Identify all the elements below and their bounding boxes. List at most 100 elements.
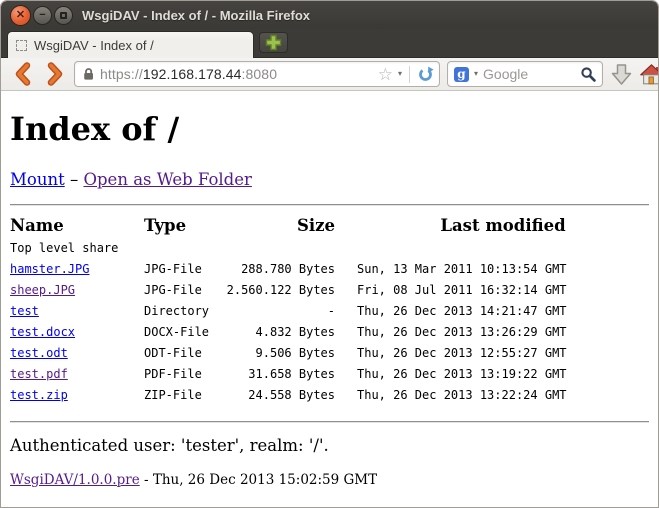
file-name-cell: test.docx bbox=[10, 322, 144, 343]
divider-top bbox=[10, 204, 649, 206]
directory-table: Name Type Size Last modified Top level s… bbox=[10, 214, 649, 406]
file-modified-cell: Thu, 26 Dec 2013 12:55:27 GMT bbox=[335, 343, 649, 364]
download-arrow-icon bbox=[611, 63, 632, 86]
file-type-cell: JPG-File bbox=[144, 259, 220, 280]
share-label: Top level share bbox=[10, 238, 649, 259]
directory-table-body: hamster.JPG JPG-File288.780 BytesSun, 13 … bbox=[10, 259, 649, 406]
file-type-cell: Directory bbox=[144, 301, 220, 322]
file-type-cell: JPG-File bbox=[144, 280, 220, 301]
file-size-cell: 31.658 Bytes bbox=[220, 364, 335, 385]
file-link[interactable]: test.zip bbox=[10, 388, 68, 402]
file-modified-cell: Thu, 26 Dec 2013 13:22:24 GMT bbox=[335, 385, 649, 406]
window-title: WsgiDAV - Index of / - Mozilla Firefox bbox=[82, 8, 310, 23]
divider-bottom bbox=[10, 421, 649, 423]
file-size-cell: 4.832 Bytes bbox=[220, 322, 335, 343]
share-label-row: Top level share bbox=[10, 238, 649, 259]
url-scheme: https:// bbox=[100, 66, 143, 82]
auth-status-text: Authenticated user: 'tester', realm: '/'… bbox=[10, 436, 649, 455]
maximize-button[interactable] bbox=[54, 6, 73, 25]
reload-icon[interactable] bbox=[417, 66, 434, 83]
file-link[interactable]: test.pdf bbox=[10, 367, 68, 381]
file-link[interactable]: hamster.JPG bbox=[10, 262, 89, 276]
file-type-cell: PDF-File bbox=[144, 364, 220, 385]
close-button[interactable]: ✕ bbox=[10, 5, 31, 26]
page-content: Index of / Mount – Open as Web Folder Na… bbox=[1, 91, 658, 507]
table-row: sheep.JPGJPG-File2.560.122 BytesFri, 08 … bbox=[10, 280, 649, 301]
navigation-toolbar: https://192.168.178.44:8080 ☆ ▾ g ▾ Goog… bbox=[1, 58, 658, 91]
forward-arrow-icon bbox=[45, 62, 65, 86]
url-port: :8080 bbox=[242, 66, 278, 82]
file-link[interactable]: test.odt bbox=[10, 346, 68, 360]
search-engine-caret-icon[interactable]: ▾ bbox=[474, 70, 478, 78]
table-row: test Directory-Thu, 26 Dec 2013 14:21:47 … bbox=[10, 301, 649, 322]
table-row: test.zip ZIP-File24.558 BytesThu, 26 Dec … bbox=[10, 385, 649, 406]
page-links: Mount – Open as Web Folder bbox=[10, 170, 649, 189]
firefox-window: ✕ − WsgiDAV - Index of / - Mozilla Firef… bbox=[0, 0, 659, 508]
download-button[interactable] bbox=[611, 63, 632, 86]
url-host: 192.168.178.44 bbox=[143, 66, 242, 82]
search-box[interactable]: g ▾ Google bbox=[447, 61, 603, 87]
server-timestamp: - Thu, 26 Dec 2013 15:02:59 GMT bbox=[140, 472, 377, 488]
file-size-cell: 24.558 Bytes bbox=[220, 385, 335, 406]
favicon-placeholder-icon bbox=[16, 40, 27, 51]
file-size-cell: 9.506 Bytes bbox=[220, 343, 335, 364]
file-modified-cell: Thu, 26 Dec 2013 13:26:29 GMT bbox=[335, 322, 649, 343]
table-header-row: Name Type Size Last modified bbox=[10, 214, 649, 238]
file-type-cell: ZIP-File bbox=[144, 385, 220, 406]
url-text: https://192.168.178.44:8080 bbox=[100, 66, 373, 82]
tab-bar: WsgiDAV - Index of / bbox=[1, 29, 658, 58]
file-size-cell: - bbox=[220, 301, 335, 322]
file-link[interactable]: test.docx bbox=[10, 325, 75, 339]
open-webfolder-link[interactable]: Open as Web Folder bbox=[83, 170, 251, 189]
minimize-button[interactable]: − bbox=[33, 6, 52, 25]
minimize-icon: − bbox=[39, 10, 45, 21]
server-signature: WsgiDAV/1.0.0.pre - Thu, 26 Dec 2013 15:… bbox=[10, 472, 649, 488]
google-engine-icon[interactable]: g bbox=[454, 67, 469, 82]
page-title: Index of / bbox=[10, 111, 649, 148]
forward-button[interactable] bbox=[39, 60, 71, 88]
file-name-cell: sheep.JPG bbox=[10, 280, 144, 301]
file-modified-cell: Thu, 26 Dec 2013 13:19:22 GMT bbox=[335, 364, 649, 385]
close-icon: ✕ bbox=[16, 10, 25, 21]
tab-wsgidav[interactable]: WsgiDAV - Index of / bbox=[7, 31, 254, 58]
back-button[interactable] bbox=[7, 60, 39, 88]
file-size-cell: 288.780 Bytes bbox=[220, 259, 335, 280]
file-name-cell: test.zip bbox=[10, 385, 144, 406]
file-type-cell: ODT-File bbox=[144, 343, 220, 364]
file-link[interactable]: sheep.JPG bbox=[10, 283, 75, 297]
table-row: test.odt ODT-File9.506 BytesThu, 26 Dec 2… bbox=[10, 343, 649, 364]
header-size: Size bbox=[220, 214, 335, 238]
lock-icon bbox=[82, 67, 95, 81]
bookmark-star-icon[interactable]: ☆ bbox=[378, 66, 393, 83]
file-name-cell: test.odt bbox=[10, 343, 144, 364]
wsgidav-version-link[interactable]: WsgiDAV/1.0.0.pre bbox=[10, 472, 140, 488]
search-icon[interactable] bbox=[580, 66, 596, 82]
table-row: test.pdf PDF-File31.658 BytesThu, 26 Dec … bbox=[10, 364, 649, 385]
titlebar: ✕ − WsgiDAV - Index of / - Mozilla Firef… bbox=[1, 1, 658, 29]
file-name-cell: test.pdf bbox=[10, 364, 144, 385]
search-placeholder: Google bbox=[483, 66, 575, 82]
file-link[interactable]: test bbox=[10, 304, 39, 318]
urlbar-dropdown-caret-icon[interactable]: ▾ bbox=[398, 70, 402, 78]
file-size-cell: 2.560.122 Bytes bbox=[220, 280, 335, 301]
maximize-icon bbox=[60, 12, 67, 19]
file-type-cell: DOCX-File bbox=[144, 322, 220, 343]
plus-icon bbox=[265, 34, 282, 51]
home-icon bbox=[640, 64, 659, 85]
mount-link[interactable]: Mount bbox=[10, 170, 65, 189]
header-type: Type bbox=[144, 214, 220, 238]
header-modified: Last modified bbox=[335, 214, 649, 238]
tab-label: WsgiDAV - Index of / bbox=[34, 38, 154, 53]
file-modified-cell: Sun, 13 Mar 2011 10:13:54 GMT bbox=[335, 259, 649, 280]
url-bar[interactable]: https://192.168.178.44:8080 ☆ ▾ bbox=[74, 61, 440, 87]
back-arrow-icon bbox=[13, 62, 33, 86]
table-row: hamster.JPG JPG-File288.780 BytesSun, 13 … bbox=[10, 259, 649, 280]
file-name-cell: test bbox=[10, 301, 144, 322]
link-separator: – bbox=[65, 170, 84, 189]
file-modified-cell: Thu, 26 Dec 2013 14:21:47 GMT bbox=[335, 301, 649, 322]
urlbar-separator bbox=[409, 66, 410, 83]
file-name-cell: hamster.JPG bbox=[10, 259, 144, 280]
new-tab-button[interactable] bbox=[259, 32, 288, 53]
header-name: Name bbox=[10, 214, 144, 238]
home-button[interactable] bbox=[640, 64, 659, 85]
